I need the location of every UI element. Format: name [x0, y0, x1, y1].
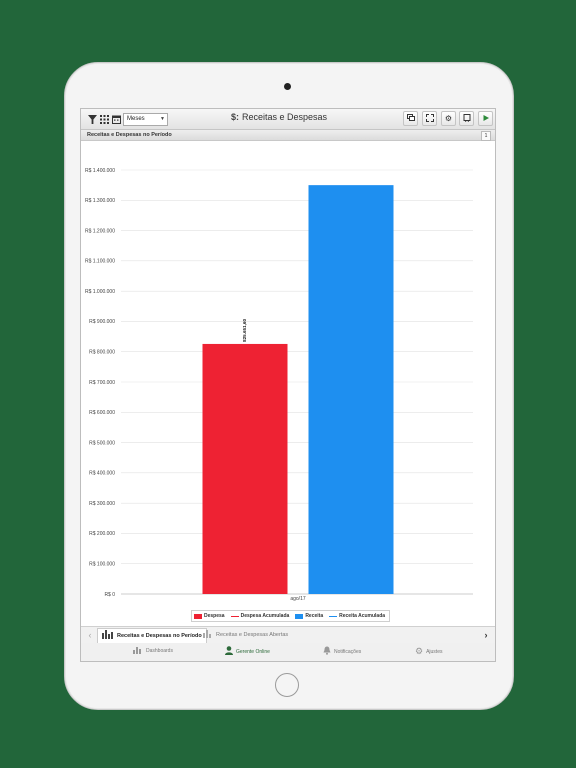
y-tick-label: R$ 800.000: [89, 350, 115, 356]
y-tick-label: R$ 200.000: [89, 531, 115, 537]
play-button[interactable]: [478, 111, 493, 126]
nav-label: Gerente Online: [236, 648, 270, 655]
nav-label: Ajustes: [426, 648, 443, 655]
windows-button[interactable]: [403, 111, 418, 126]
dollar-icon: $:: [231, 112, 240, 122]
y-tick-label: R$ 100.000: [89, 562, 115, 568]
fullscreen-button[interactable]: [422, 111, 437, 126]
bar-chart: R$ 0 R$ 100.000 R$ 200.000 R$ 300.000 R$ 400…: [85, 168, 473, 602]
legend-label: Despesa: [204, 613, 225, 619]
y-tick-label: R$ 600.000: [89, 410, 115, 416]
settings-button[interactable]: ⚙: [441, 111, 456, 126]
toolbar: Meses ▼ $: Receitas e Despesas ⚙: [81, 109, 495, 130]
nav-notificacoes[interactable]: Notificações: [323, 646, 361, 657]
nav-dashboards[interactable]: Dashboards: [133, 646, 173, 656]
legend-line: [329, 615, 338, 617]
y-tick-label: R$ 700.000: [89, 380, 115, 386]
x-tick-label: ago/17: [290, 596, 306, 602]
legend-label: Despesa Acumulada: [240, 613, 290, 619]
bar-chart-icon: [203, 628, 213, 642]
data-label: 825.651,60: [242, 319, 247, 342]
y-tick-label: R$ 500.000: [89, 440, 115, 446]
page-title-text: Receitas e Despesas: [242, 112, 328, 122]
nav-label: Notificações: [334, 648, 362, 655]
legend-swatch: [194, 613, 202, 619]
tab-receitas-despesas-abertas[interactable]: Receitas e Despesas Abertas: [199, 628, 292, 642]
legend-item-receita-acumulada[interactable]: Receita Acumulada: [329, 613, 385, 619]
gear-icon: ⚙: [444, 114, 453, 123]
expand-icon: [425, 113, 434, 124]
camera: [284, 83, 291, 90]
panel-title: Receitas e Despesas no Período: [87, 132, 172, 138]
bar-chart-icon: [102, 629, 114, 643]
nav-gerente-online[interactable]: Gerente Online: [225, 646, 270, 657]
gear-icon: ⚙: [415, 646, 424, 656]
nav-label: Dashboards: [146, 648, 173, 654]
tab-bar: ‹ Receitas e Despesas no Período Receita…: [81, 626, 495, 644]
panel-count-badge[interactable]: 1: [481, 131, 491, 141]
y-tick-label: R$ 900.000: [89, 319, 115, 325]
print-button[interactable]: [459, 111, 474, 126]
nav-ajustes[interactable]: ⚙ Ajustes: [415, 646, 442, 657]
legend-label: Receita: [305, 613, 324, 619]
bell-icon: [323, 646, 331, 657]
bottom-navigation: Dashboards Gerente Online Notificações ⚙…: [81, 643, 495, 661]
dashboard-icon: [133, 646, 143, 656]
legend-line: [230, 615, 239, 617]
y-tick-label: R$ 1.000.000: [85, 289, 115, 295]
y-tick-label: R$ 1.300.000: [85, 198, 115, 204]
legend-item-despesa[interactable]: Despesa: [194, 613, 225, 619]
tab-label: Receitas e Despesas no Período: [117, 633, 202, 639]
play-icon: [483, 114, 489, 123]
y-tick-label: R$ 1.400.000: [85, 168, 115, 174]
bar-despesa: [202, 343, 288, 594]
chevron-down-icon: ▼: [160, 116, 165, 122]
filter-icon[interactable]: [86, 113, 98, 125]
windows-icon: [406, 114, 415, 123]
chevron-left-icon[interactable]: ‹: [83, 627, 97, 643]
page-title: $: Receitas e Despesas: [231, 112, 381, 122]
y-tick-label: R$ 1.100.000: [85, 259, 115, 265]
legend-label: Receita Acumulada: [339, 613, 386, 619]
tab-receitas-despesas-periodo[interactable]: Receitas e Despesas no Período: [97, 628, 207, 643]
chevron-right-icon[interactable]: ›: [479, 627, 493, 643]
y-tick-label: R$ 400.000: [89, 471, 115, 477]
app-screen: Meses ▼ $: Receitas e Despesas ⚙ Receitas…: [80, 108, 496, 662]
y-tick-label: R$ 0: [104, 592, 115, 598]
home-button[interactable]: [275, 673, 299, 697]
legend-item-receita[interactable]: Receita: [295, 613, 323, 619]
user-icon: [225, 646, 233, 657]
legend-swatch: [295, 613, 304, 619]
period-select[interactable]: Meses ▼: [123, 113, 168, 126]
y-tick-label: R$ 300.000: [89, 501, 115, 507]
grid-icon[interactable]: [98, 113, 110, 125]
bar-receita: [308, 185, 394, 594]
tab-label: Receitas e Despesas Abertas: [216, 632, 289, 638]
legend-item-despesa-acumulada[interactable]: Despesa Acumulada: [230, 613, 290, 619]
panel-header: Receitas e Despesas no Período 1: [81, 130, 495, 141]
printer-icon: [463, 113, 471, 124]
chart-legend: Despesa Despesa Acumulada Receita Receit…: [191, 610, 391, 622]
calendar-icon[interactable]: [110, 113, 122, 125]
period-select-value: Meses: [127, 116, 145, 122]
y-tick-label: R$ 1.200.000: [85, 228, 115, 234]
